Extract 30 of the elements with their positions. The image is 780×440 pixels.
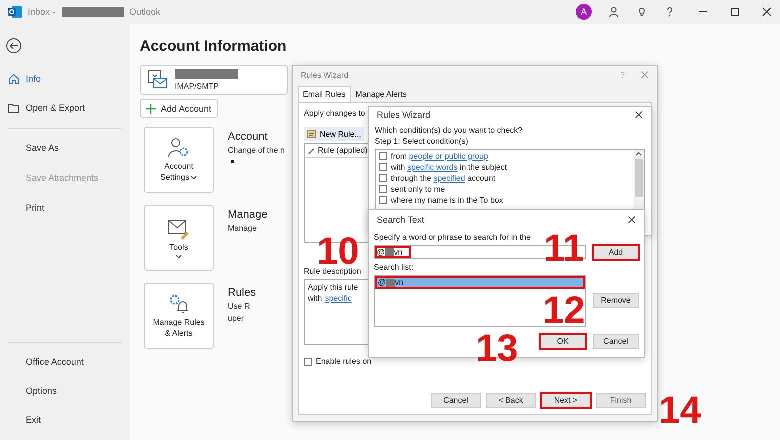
section-text: Manage [228,224,258,233]
step-number: 14 [659,392,702,430]
description-text: Apply this rule [308,283,360,292]
condition-text: through the specified account [391,174,496,182]
dialog-title: Rules Wizard [301,70,349,80]
step-number: 13 [476,330,518,368]
label-text: Apply changes to [304,109,366,118]
checkbox-label: Enable rules on [316,357,372,366]
dialog-title: Search Text [377,215,424,225]
window-title: Inbox - [28,7,56,17]
window-title: Outlook [130,7,161,17]
condition-text: with specific words in the subject [391,162,508,172]
section-title: Account [228,131,269,143]
condition-text: from people or public group [391,152,488,160]
step-text: Step 1: Select condition(s) [375,137,470,146]
section-text: Use R [228,302,252,311]
condition-text: sent only to me [391,184,446,194]
section-title: Rules [228,287,256,299]
dialog-title: Rules Wizard [377,110,431,120]
page-heading: Account Information [140,38,287,55]
section-text: Change of the n [228,146,285,155]
instruction-text: Specify a word or phrase to search for in the [374,233,532,242]
list-label: Search list: [374,263,415,272]
question-text: Which condition(s) do you want to check? [375,126,524,135]
step-number: 12 [543,292,586,330]
account-type: IMAP/SMTP [175,82,220,91]
section-text: uper [228,314,246,323]
section-title: Manage [228,209,268,221]
description-text: with [308,294,322,303]
condition-text: where my name is in the To box [391,196,504,204]
